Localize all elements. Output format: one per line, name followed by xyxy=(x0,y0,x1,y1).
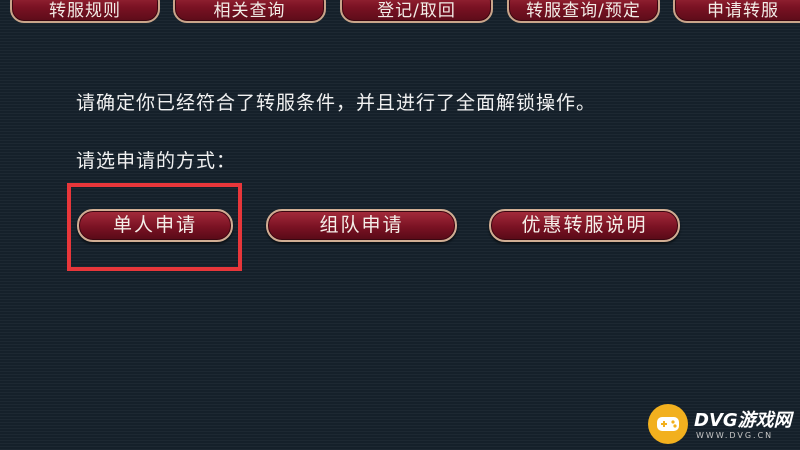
tab-transfer-rules[interactable]: 转服规则 xyxy=(10,0,160,23)
team-apply-button[interactable]: 组队申请 xyxy=(266,209,457,242)
confirm-message: 请确定你已经符合了转服条件，并且进行了全面解锁操作。 xyxy=(76,92,597,114)
choose-method-label: 请选申请的方式： xyxy=(76,150,237,172)
top-tab-bar: 转服规则 相关查询 登记/取回 转服查询/预定 申请转服 xyxy=(0,0,800,26)
highlight-box xyxy=(67,183,242,271)
tab-related-queries[interactable]: 相关查询 xyxy=(173,0,326,23)
tab-transfer-query-reserve[interactable]: 转服查询/预定 xyxy=(507,0,660,23)
gamepad-icon xyxy=(648,404,688,444)
watermark-url: WWW.DVG.CN xyxy=(696,431,774,440)
tab-register-retrieve[interactable]: 登记/取回 xyxy=(340,0,493,23)
watermark-brand: DVG游戏网 xyxy=(694,410,792,431)
tab-apply-transfer[interactable]: 申请转服 xyxy=(673,0,800,23)
watermark-logo: DVG游戏网 WWW.DVG.CN xyxy=(644,400,800,450)
discount-transfer-info-button[interactable]: 优惠转服说明 xyxy=(489,209,680,242)
